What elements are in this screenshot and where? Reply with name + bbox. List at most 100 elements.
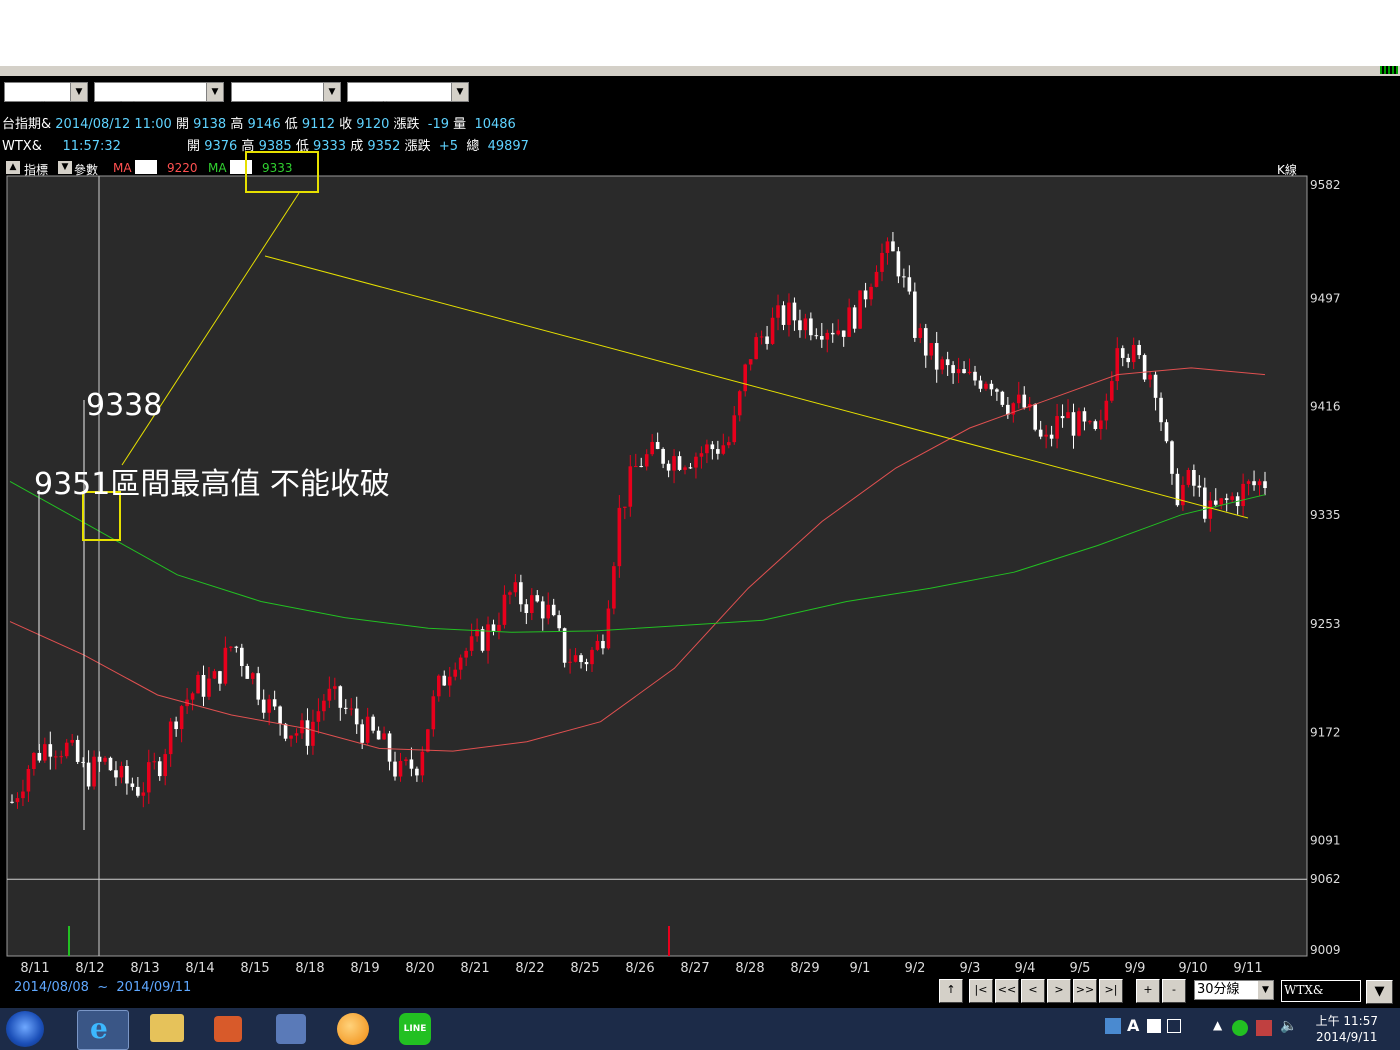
nav-button-5[interactable]: >> <box>1073 979 1097 1003</box>
y-tick-label: 9416 <box>1310 400 1341 414</box>
candle-body <box>617 507 622 567</box>
candle-body <box>431 696 436 730</box>
candle-body <box>584 662 589 665</box>
candle-body <box>10 801 14 803</box>
ime-shape-icon[interactable] <box>1147 1019 1161 1033</box>
candle-body <box>661 448 665 464</box>
candle-body <box>376 730 381 740</box>
candle-body <box>830 332 835 335</box>
taskbar-clock[interactable]: 上午 11:57 2014/9/11 <box>1316 1013 1378 1045</box>
y-tick-label: 9335 <box>1310 508 1341 522</box>
candle-body <box>289 735 293 739</box>
candle-body <box>540 601 545 619</box>
y-tick-label: 9497 <box>1310 291 1341 305</box>
price-chart: 9582 9497 9416 9335 9253 9172 9091 9062 9009 8/11… <box>6 151 1341 976</box>
x-tick-label: 8/11 <box>20 961 49 976</box>
candle-body <box>956 369 961 374</box>
x-tick-label: 9/9 <box>1125 961 1146 976</box>
keyboard-icon[interactable] <box>1105 1018 1121 1034</box>
show-hidden-icon[interactable]: ▲ <box>1213 1018 1222 1032</box>
x-tick-label: 9/1 <box>850 961 871 976</box>
candle-body <box>157 761 162 777</box>
explorer-folder-icon[interactable] <box>150 1014 184 1042</box>
candle-body <box>108 757 113 771</box>
arrow-down-icon: ▼ <box>1374 984 1385 999</box>
candle-body <box>666 463 671 471</box>
candle-body <box>1224 498 1229 500</box>
nav-button-7[interactable]: + <box>1136 979 1160 1003</box>
candle-body <box>453 669 458 677</box>
candle-body <box>1203 487 1207 519</box>
y-tick-label: 9253 <box>1310 617 1341 631</box>
candle-body <box>190 693 195 700</box>
candle-body <box>464 650 468 658</box>
start-orb-icon[interactable] <box>6 1011 44 1047</box>
candle-body <box>1038 429 1043 437</box>
nav-button-6[interactable]: >| <box>1099 979 1123 1003</box>
volume-icon[interactable]: 🔈 <box>1280 1018 1297 1034</box>
trading-app-icon[interactable] <box>276 1014 306 1044</box>
candle-body <box>458 657 463 670</box>
highlight-box-legend <box>245 151 319 193</box>
nav-button-4[interactable]: > <box>1047 979 1071 1003</box>
candle-body <box>907 277 912 292</box>
candle-body <box>513 582 518 593</box>
windows-taskbar: e LINE A ▲ 🔈 <box>0 1008 1400 1050</box>
candle-body <box>502 594 507 625</box>
candle-body <box>699 453 704 457</box>
interval-select[interactable]: 30分線 ▼ <box>1194 980 1274 1000</box>
x-tick-label: 8/13 <box>130 961 159 976</box>
candle-body <box>354 708 359 725</box>
candle-body <box>75 739 80 762</box>
candle-body <box>272 699 277 707</box>
candle-body <box>316 711 321 722</box>
ime-menu-icon[interactable] <box>1167 1019 1181 1033</box>
candle-body <box>1071 412 1076 436</box>
nav-button-2[interactable]: << <box>995 979 1019 1003</box>
candle-body <box>294 733 299 736</box>
candle-body <box>398 760 403 777</box>
candle-body <box>146 762 151 793</box>
candle-body <box>787 302 791 325</box>
candle-body <box>201 674 206 697</box>
line-app-icon[interactable]: LINE <box>399 1013 431 1045</box>
ma-long-line <box>9 480 1266 633</box>
candle-body <box>562 628 567 663</box>
tray-line-icon[interactable] <box>1232 1020 1248 1036</box>
candle-body <box>1060 416 1065 419</box>
candle-body <box>874 271 879 287</box>
candle-body <box>130 783 135 787</box>
candle-body <box>803 318 808 331</box>
nav-button-8[interactable]: - <box>1162 979 1186 1003</box>
candle-body <box>349 708 354 710</box>
candle-body <box>945 359 950 366</box>
candle-body <box>174 721 178 730</box>
candle-body <box>1257 481 1262 486</box>
candle-body <box>726 442 731 446</box>
x-tick-label: 8/20 <box>405 961 434 976</box>
x-tick-label: 9/2 <box>905 961 926 976</box>
candle-body <box>333 686 337 689</box>
tray-app-icon[interactable] <box>1256 1020 1272 1036</box>
candle-body <box>891 241 895 252</box>
ime-a-icon[interactable]: A <box>1127 1016 1139 1035</box>
taskbar-ie-button[interactable]: e <box>77 1010 129 1050</box>
media-player-icon[interactable] <box>214 1016 242 1042</box>
candle-body <box>940 359 944 370</box>
candle-body <box>1104 400 1109 421</box>
candle-body <box>64 742 69 757</box>
candle-body <box>869 286 873 300</box>
chat-app-icon[interactable] <box>337 1013 369 1045</box>
candle-body <box>245 665 250 679</box>
candle-body <box>338 686 343 708</box>
candle-body <box>1164 422 1169 442</box>
symbol-input[interactable]: WTX& <box>1281 980 1361 1002</box>
nav-button-0[interactable]: ↑ <box>939 979 963 1003</box>
candle-body <box>836 330 841 335</box>
candle-body <box>573 655 578 662</box>
candle-body <box>978 380 983 389</box>
nav-button-3[interactable]: < <box>1021 979 1045 1003</box>
expand-down-button[interactable]: ▼ <box>1366 980 1393 1004</box>
symbol-input-value: WTX& <box>1284 983 1324 997</box>
nav-button-1[interactable]: |< <box>969 979 993 1003</box>
